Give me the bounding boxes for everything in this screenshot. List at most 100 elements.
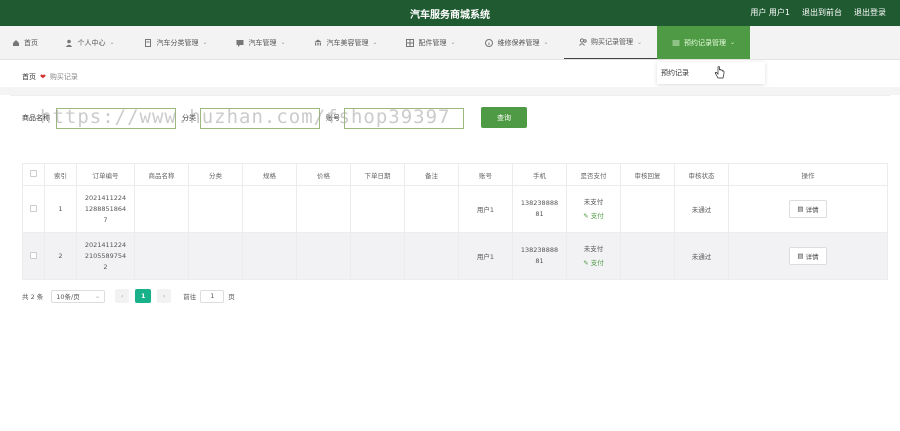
product-name-cell — [134, 232, 189, 280]
search-button-label: 查询 — [497, 113, 511, 122]
search-button[interactable]: 查询 — [481, 107, 527, 128]
document-icon: ▤ — [797, 252, 804, 260]
column-header: 手机 — [512, 163, 567, 186]
user-icon — [65, 39, 73, 47]
column-header: 规格 — [242, 163, 297, 186]
dropdown-item-reservation-records[interactable]: 预约记录 — [661, 68, 689, 78]
hand-cursor-icon — [714, 66, 726, 82]
row-checkbox[interactable] — [30, 251, 37, 259]
nav-label: 首页 — [24, 38, 38, 47]
bank-icon — [314, 39, 322, 47]
account-input[interactable] — [344, 107, 464, 129]
category-input[interactable] — [200, 107, 320, 129]
category-cell — [188, 232, 243, 280]
audit-status-cell: 未通过 — [674, 232, 729, 280]
pay-button[interactable]: ✎ 支付 — [567, 209, 620, 223]
main-nav: 首页 个人中心 ⌄ 汽车分类管理 ⌄ 汽车管理 ⌄ 汽车美容管理 ⌄ 配件管理 … — [0, 26, 900, 60]
chevron-down-icon: ⌄ — [202, 39, 208, 46]
detail-button[interactable]: ▤ 详情 — [789, 200, 827, 218]
total-count: 共 2 条 — [22, 293, 44, 301]
select-all-cell[interactable] — [22, 163, 45, 186]
column-header: 分类 — [188, 163, 243, 186]
nav-item-car[interactable]: 汽车管理 ⌄ — [222, 26, 300, 59]
nav-item-car-beauty[interactable]: 汽车美容管理 ⌄ — [300, 26, 392, 59]
breadcrumb-home[interactable]: 首页 — [22, 72, 36, 82]
page-number-current[interactable]: 1 — [135, 289, 152, 303]
nav-label: 预约记录管理 — [683, 38, 726, 47]
remark-cell — [404, 185, 459, 233]
column-header: 操作 — [728, 163, 888, 186]
select-all-checkbox[interactable] — [30, 170, 37, 177]
pay-button-label: 支付 — [590, 259, 604, 267]
order-number: 2021411224 2105589754 2 — [84, 240, 127, 271]
spec-cell — [242, 232, 297, 280]
column-header: 价格 — [296, 163, 351, 186]
order-number-cell: 2021411224 1288851864 7 — [76, 185, 135, 233]
column-header: 索引 — [44, 163, 77, 186]
goto-label: 前往 — [183, 293, 197, 301]
row-checkbox[interactable] — [30, 204, 37, 212]
row-select-cell[interactable] — [22, 232, 45, 280]
pay-status: 未支付 — [583, 245, 604, 253]
remark-cell — [404, 232, 459, 280]
info-icon — [485, 38, 494, 47]
product-name-input[interactable] — [56, 107, 176, 129]
current-user: 用户 用户1 — [750, 8, 790, 17]
product-name-cell — [134, 185, 189, 233]
account-label: 账号 — [326, 114, 340, 122]
nav-item-maintenance[interactable]: 维修保养管理 ⌄ — [470, 26, 564, 59]
order-date-cell — [350, 232, 405, 280]
nav-item-home[interactable]: 首页 — [0, 26, 50, 59]
menu-icon — [672, 39, 680, 47]
detail-button[interactable]: ▤ 详情 — [789, 247, 827, 265]
nav-label: 维修保养管理 — [497, 38, 540, 47]
order-date-cell — [350, 185, 405, 233]
chevron-down-icon: ⌄ — [636, 38, 643, 46]
chat-icon — [236, 39, 244, 47]
logout-link[interactable]: 退出登录 — [854, 7, 886, 18]
nav-item-car-category[interactable]: 汽车分类管理 ⌄ — [130, 26, 222, 59]
phone-number: 138238888 81 — [520, 199, 559, 218]
product-name-label: 商品名称 — [22, 114, 50, 122]
goto-page-input[interactable]: 1 — [200, 289, 225, 303]
row-select-cell[interactable] — [22, 185, 45, 233]
audit-reply-cell — [620, 185, 675, 233]
pay-button[interactable]: ✎ 支付 — [567, 256, 620, 270]
divider — [0, 87, 900, 95]
phone-cell: 138238888 81 — [512, 232, 567, 280]
grid-icon — [406, 38, 415, 47]
people-icon — [579, 38, 587, 46]
chevron-down-icon: ⌄ — [94, 292, 101, 300]
nav-item-reservation-records[interactable]: 预约记录管理 ⌄ — [657, 26, 750, 59]
page-size-select[interactable]: 10条/页 ⌄ — [51, 289, 106, 303]
nav-item-personal[interactable]: 个人中心 ⌄ — [50, 26, 130, 59]
chevron-down-icon: ⌄ — [729, 39, 736, 46]
chevron-down-icon: ⌄ — [280, 39, 286, 46]
column-header: 下单日期 — [350, 163, 405, 186]
page-size-value: 10条/页 — [56, 293, 80, 301]
price-cell — [296, 232, 351, 280]
next-page-button[interactable]: › — [157, 289, 172, 303]
audit-status-cell: 未通过 — [674, 185, 729, 233]
table-row: 2 2021411224 2105589754 2 用户1 138238888 … — [22, 232, 888, 280]
index-cell: 1 — [44, 185, 77, 233]
chevron-down-icon: ⌄ — [109, 39, 115, 46]
nav-label: 个人中心 — [77, 38, 106, 47]
chevron-down-icon: ⌄ — [543, 39, 549, 46]
nav-label: 购买记录管理 — [590, 38, 633, 46]
pay-status: 未支付 — [583, 198, 604, 206]
nav-item-parts[interactable]: 配件管理 ⌄ — [392, 26, 470, 59]
pay-button-label: 支付 — [590, 212, 604, 220]
audit-reply-cell — [620, 232, 675, 280]
reservation-dropdown: 预约记录 — [657, 62, 765, 84]
search-bar: 商品名称 分类 账号 — [22, 107, 464, 129]
prev-page-button[interactable]: ‹ — [115, 289, 130, 303]
column-header: 是否支付 — [566, 163, 621, 186]
edit-icon: ✎ — [583, 212, 589, 220]
nav-label: 汽车分类管理 — [156, 38, 199, 47]
nav-item-purchase-records[interactable]: 购买记录管理 ⌄ — [564, 26, 657, 59]
back-to-front-link[interactable]: 退出到前台 — [802, 7, 842, 18]
table-header-row: 索引 订单编号 商品名称 分类 规格 价格 下单日期 备注 账号 手机 是否支付… — [22, 163, 888, 186]
category-cell — [188, 185, 243, 233]
actions-cell: ▤ 详情 — [728, 232, 888, 280]
